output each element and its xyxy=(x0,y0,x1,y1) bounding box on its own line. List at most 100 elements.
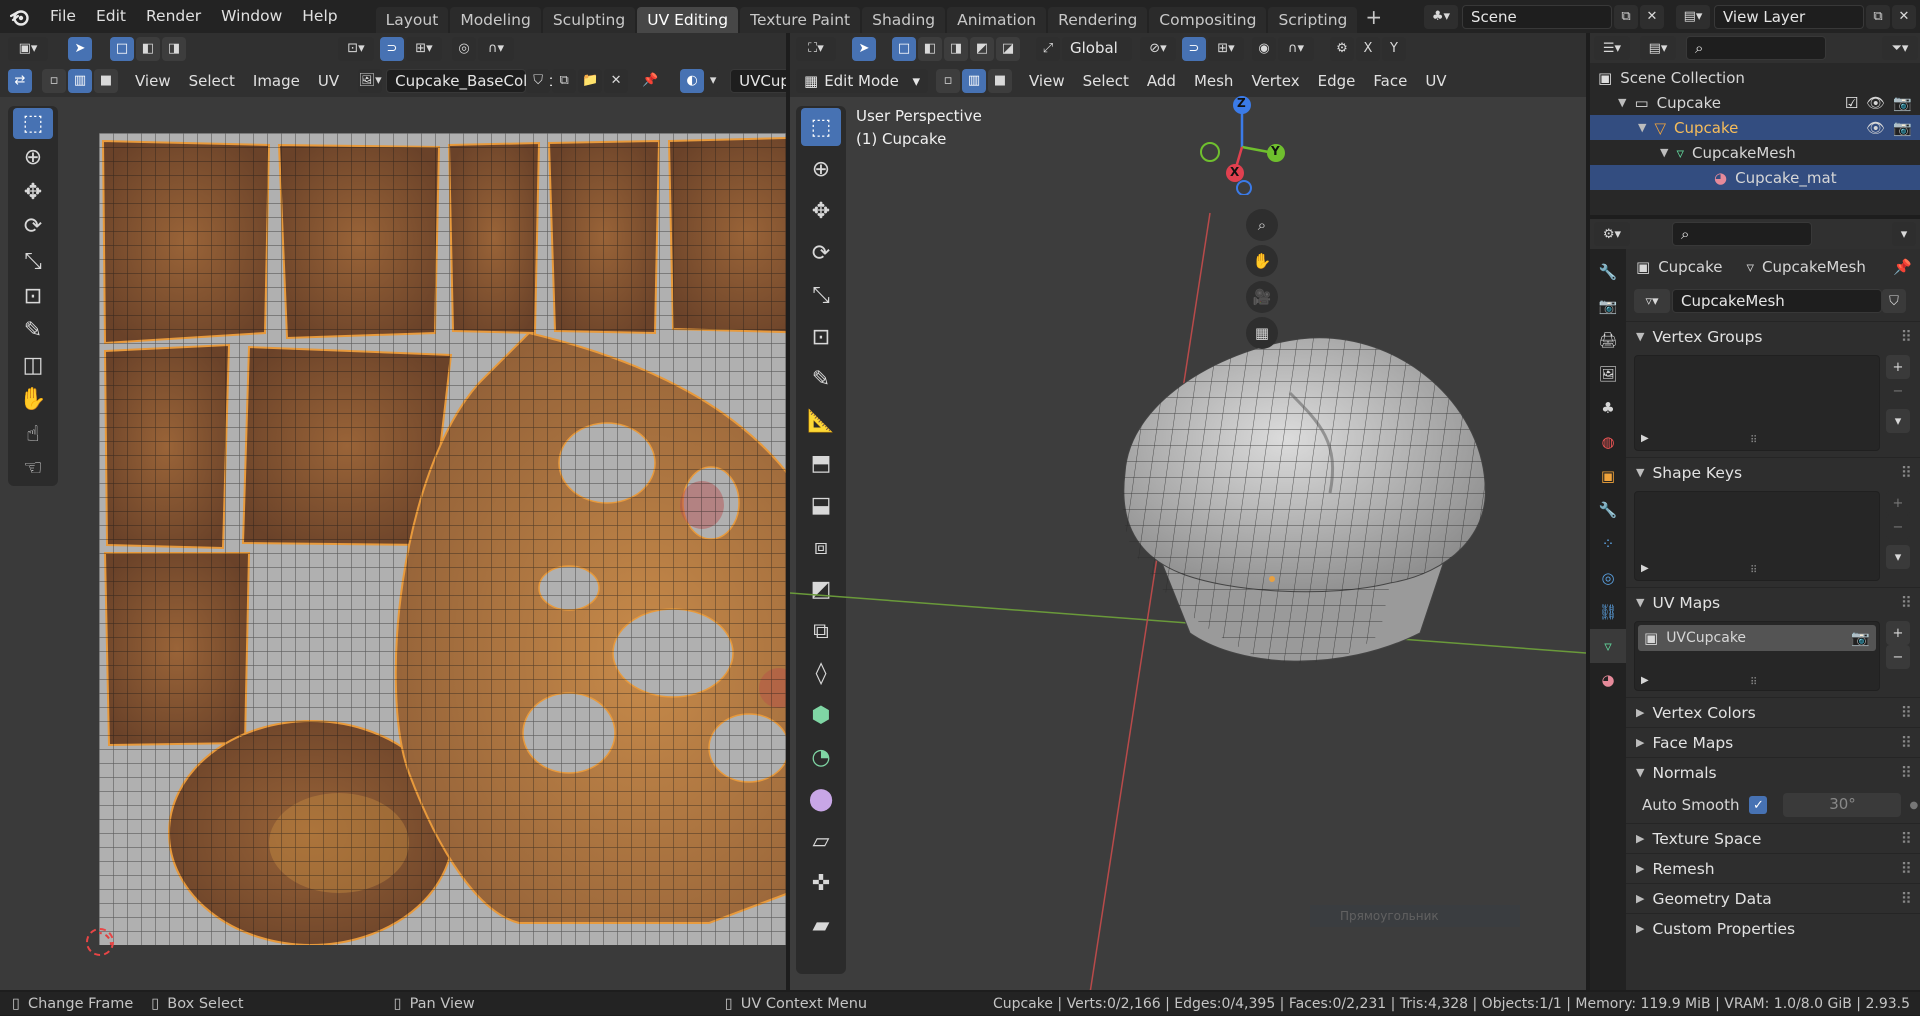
collection-row[interactable]: ▼ ▭ Cupcake ☑ 👁 📷 xyxy=(1590,90,1920,115)
tab-rendering[interactable]: Rendering xyxy=(1048,7,1148,33)
drag-handle-icon[interactable]: ⠿ xyxy=(1901,328,1912,346)
modifier-tab-icon[interactable]: 🔧 xyxy=(1590,493,1626,527)
geometry-data-panel-header[interactable]: ▶ Geometry Data ⠿ xyxy=(1626,883,1920,913)
vertex-groups-list[interactable]: ▶ ⠿ xyxy=(1634,355,1880,451)
move-tool-icon[interactable]: ✥ xyxy=(13,177,53,208)
expand-icon[interactable]: ▼ xyxy=(1660,146,1668,159)
falloff-icon[interactable]: ∩▾ xyxy=(478,36,514,61)
uv-maps-panel-header[interactable]: ▼ UV Maps ⠿ xyxy=(1626,587,1920,617)
snap-target-icon[interactable]: ⊞▾ xyxy=(406,36,442,61)
tab-compositing[interactable]: Compositing xyxy=(1149,7,1267,33)
uv-menu-image[interactable]: Image xyxy=(244,67,309,95)
material-row[interactable]: ◕ Cupcake_mat xyxy=(1590,165,1920,190)
grab-tool-icon[interactable]: ✋ xyxy=(13,384,53,415)
add-shape-key-button[interactable]: + xyxy=(1886,491,1910,515)
keyframe-dot-icon[interactable]: ● xyxy=(1909,800,1918,811)
properties-options-icon[interactable]: ▾ xyxy=(1892,222,1916,246)
expand-icon[interactable]: ▼ xyxy=(1618,96,1626,109)
data-tab-icon[interactable]: ▿ xyxy=(1590,629,1626,663)
pinch-tool-icon[interactable]: ☝ xyxy=(13,419,53,450)
tab-modeling[interactable]: Modeling xyxy=(450,7,541,33)
scale-tool-icon[interactable]: ⤡ xyxy=(13,246,53,277)
object-tab-icon[interactable]: ▣ xyxy=(1590,459,1626,493)
custom-properties-panel-header[interactable]: ▶ Custom Properties xyxy=(1626,913,1920,943)
drag-handle-icon[interactable]: ⠿ xyxy=(1901,764,1912,782)
uv-canvas[interactable] xyxy=(86,133,786,958)
menu-help[interactable]: Help xyxy=(292,0,347,33)
uv-menu-select[interactable]: Select xyxy=(180,67,244,95)
outliner-search-input[interactable]: ⌕ xyxy=(1686,36,1826,60)
particles-tab-icon[interactable]: ⁘ xyxy=(1590,527,1626,561)
vp-zoom-button[interactable]: ⌕ xyxy=(1246,209,1278,241)
vertex-groups-panel-header[interactable]: ▼ Vertex Groups ⠿ xyxy=(1626,321,1920,351)
auto-smooth-checkbox[interactable]: ✓ xyxy=(1749,796,1768,814)
normals-panel-header[interactable]: ▼ Normals ⠿ xyxy=(1626,757,1920,787)
tab-layout[interactable]: Layout xyxy=(375,7,449,33)
scene-collection-row[interactable]: ▣ Scene Collection xyxy=(1590,65,1920,90)
rotate-tool-icon[interactable]: ⟳ xyxy=(13,212,53,243)
list-resize-icon[interactable]: ⠿ xyxy=(1750,677,1757,688)
vp-ortho-toggle-button[interactable]: ▦ xyxy=(1246,317,1278,349)
face-select-mode-icon[interactable]: ■ xyxy=(94,68,118,93)
drag-handle-icon[interactable]: ⠿ xyxy=(1901,890,1912,908)
list-expand-icon[interactable]: ▶ xyxy=(1641,675,1649,686)
remove-uv-map-button[interactable]: − xyxy=(1886,645,1910,669)
camera-icon[interactable]: 📷 xyxy=(1893,119,1912,137)
scene-selector-icon[interactable]: ♣▾ xyxy=(1424,4,1458,29)
tool-tab-icon[interactable]: 🔧 xyxy=(1590,255,1626,289)
mesh-fake-user-icon[interactable]: ⛉ xyxy=(1882,289,1906,313)
delete-scene-icon[interactable]: ✕ xyxy=(1640,4,1664,29)
add-vertex-group-button[interactable]: + xyxy=(1886,355,1910,379)
select-box-mode-icon[interactable]: □ xyxy=(110,36,134,61)
menu-window[interactable]: Window xyxy=(211,0,292,33)
face-maps-panel-header[interactable]: ▶ Face Maps ⠿ xyxy=(1626,727,1920,757)
select-subtract-icon[interactable]: ◨ xyxy=(162,36,186,61)
tab-texture-paint[interactable]: Texture Paint xyxy=(740,7,861,33)
vp-camera-button[interactable]: 🎥 xyxy=(1246,281,1278,313)
list-expand-icon[interactable]: ▶ xyxy=(1641,563,1649,574)
vertex-colors-panel-header[interactable]: ▶ Vertex Colors ⠿ xyxy=(1626,697,1920,727)
drag-handle-icon[interactable]: ⠿ xyxy=(1901,594,1912,612)
view-layer-field[interactable]: View Layer xyxy=(1714,4,1864,29)
blender-logo-icon[interactable] xyxy=(0,0,40,33)
uv-menu-view[interactable]: View xyxy=(126,67,180,95)
list-resize-icon[interactable]: ⠿ xyxy=(1750,565,1757,576)
pivot-icon[interactable]: ⊡▾ xyxy=(338,36,374,61)
new-scene-icon[interactable]: ⧉ xyxy=(1614,4,1638,29)
vertex-select-mode-icon[interactable]: ▫ xyxy=(42,68,66,93)
material-tab-icon[interactable]: ◕ xyxy=(1590,663,1626,697)
cupcake-mesh[interactable] xyxy=(1090,333,1510,733)
scene-field[interactable]: Scene xyxy=(1462,4,1612,29)
uv-menu-uv[interactable]: UV xyxy=(309,67,348,95)
constraints-tab-icon[interactable]: ⛓ xyxy=(1590,595,1626,629)
remove-vertex-group-button[interactable]: − xyxy=(1886,379,1910,403)
remove-shape-key-button[interactable]: − xyxy=(1886,515,1910,539)
output-tab-icon[interactable]: 🖨 xyxy=(1590,323,1626,357)
fake-user-icon[interactable]: ⛉ xyxy=(526,68,551,93)
render-uv-camera-icon[interactable]: 📷 xyxy=(1851,629,1870,647)
drag-handle-icon[interactable]: ⠿ xyxy=(1901,704,1912,722)
auto-smooth-angle-field[interactable]: 30° xyxy=(1783,793,1902,817)
display-mode-icon[interactable]: ▤▾ xyxy=(1640,36,1676,60)
vp-pan-button[interactable]: ✋ xyxy=(1246,245,1278,277)
snap-icon[interactable]: ⊃ xyxy=(380,36,404,61)
tab-shading[interactable]: Shading xyxy=(862,7,946,33)
texture-space-panel-header[interactable]: ▶ Texture Space ⠿ xyxy=(1626,823,1920,853)
unlink-image-icon[interactable]: ✕ xyxy=(604,68,629,93)
world-tab-icon[interactable]: ◍ xyxy=(1590,425,1626,459)
mesh-name-field[interactable]: CupcakeMesh xyxy=(1672,289,1882,313)
proportional-edit-icon[interactable]: ◎ xyxy=(452,36,476,61)
mesh-row[interactable]: ▼ ▿ CupcakeMesh xyxy=(1590,140,1920,165)
uv-maps-list[interactable]: ▣ UVCupcake 📷 ▶ ⠿ xyxy=(1634,621,1880,691)
shape-keys-panel-header[interactable]: ▼ Shape Keys ⠿ xyxy=(1626,457,1920,487)
drag-handle-icon[interactable]: ⠿ xyxy=(1901,734,1912,752)
list-resize-icon[interactable]: ⠿ xyxy=(1750,435,1757,446)
properties-editor-type-icon[interactable]: ⚙▾ xyxy=(1594,222,1630,246)
tab-animation[interactable]: Animation xyxy=(947,7,1047,33)
transform-tool-icon[interactable]: ⊡ xyxy=(13,281,53,312)
select-extend-icon[interactable]: ◧ xyxy=(136,36,160,61)
cursor-tool-icon[interactable]: ⊕ xyxy=(13,143,53,174)
filter-icon[interactable]: ⏷▾ xyxy=(1882,36,1918,60)
pin-icon[interactable]: 📌 xyxy=(1893,258,1912,276)
expand-icon[interactable]: ▼ xyxy=(1638,121,1646,134)
